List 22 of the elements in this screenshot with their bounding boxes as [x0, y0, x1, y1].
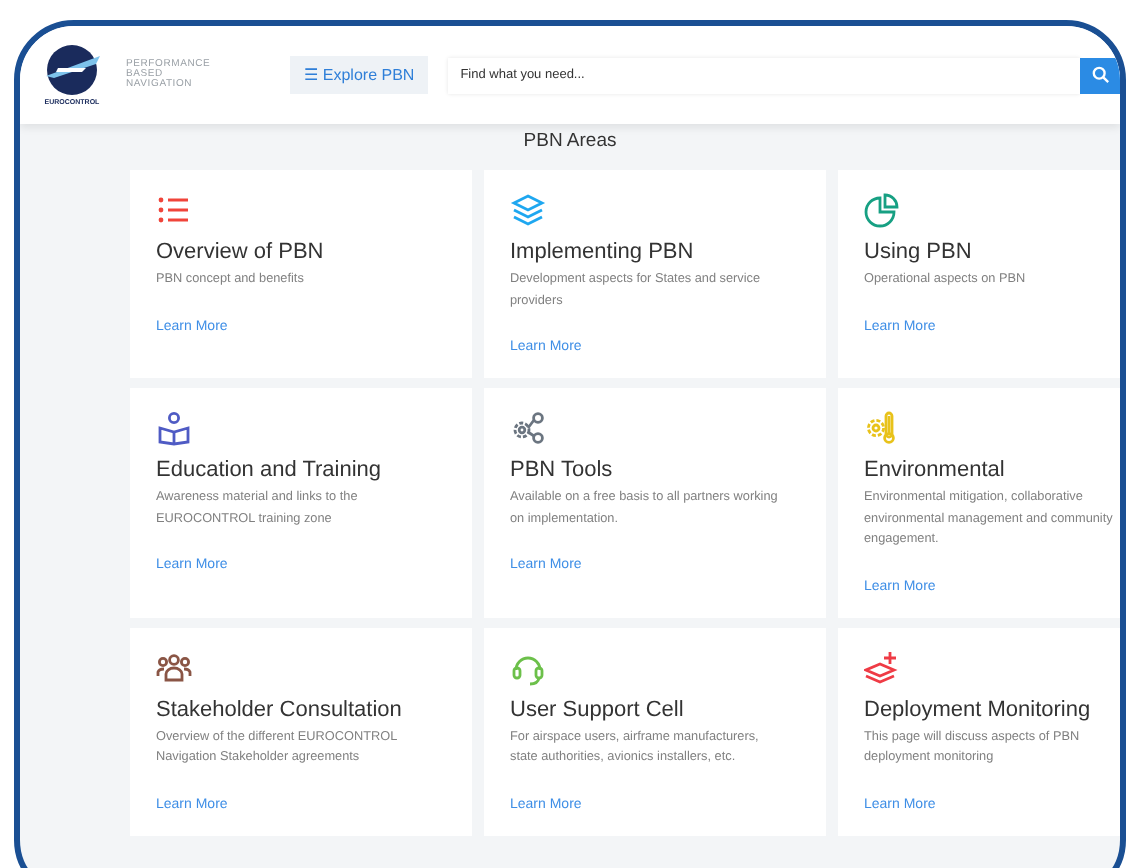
card-title: Environmental [864, 458, 1007, 482]
explore-button[interactable]: ☰ Explore PBN [290, 56, 429, 94]
section-title: PBN Areas [521, 130, 619, 154]
logo-icon [42, 44, 102, 96]
gear-thermometer-icon [864, 410, 900, 446]
card-title: Deployment Monitoring [864, 697, 1093, 721]
card-title: User Support Cell [510, 697, 686, 721]
card-title: Using PBN [864, 240, 974, 264]
list-icon [156, 192, 192, 228]
card-title: Education and Training [156, 458, 384, 482]
card-title: PBN Tools [510, 458, 615, 482]
search-icon [1091, 66, 1109, 84]
reader-icon [156, 410, 192, 446]
pie-chart-icon [864, 192, 900, 228]
layers-plus-icon [864, 649, 900, 685]
card-title: Overview of PBN [156, 240, 326, 264]
gears-icon [510, 410, 546, 446]
layers-icon [510, 192, 546, 228]
people-icon [156, 649, 192, 685]
card-title: Implementing PBN [510, 240, 696, 264]
card-title: Stakeholder Consultation [156, 697, 404, 721]
search-button[interactable] [1080, 57, 1120, 93]
